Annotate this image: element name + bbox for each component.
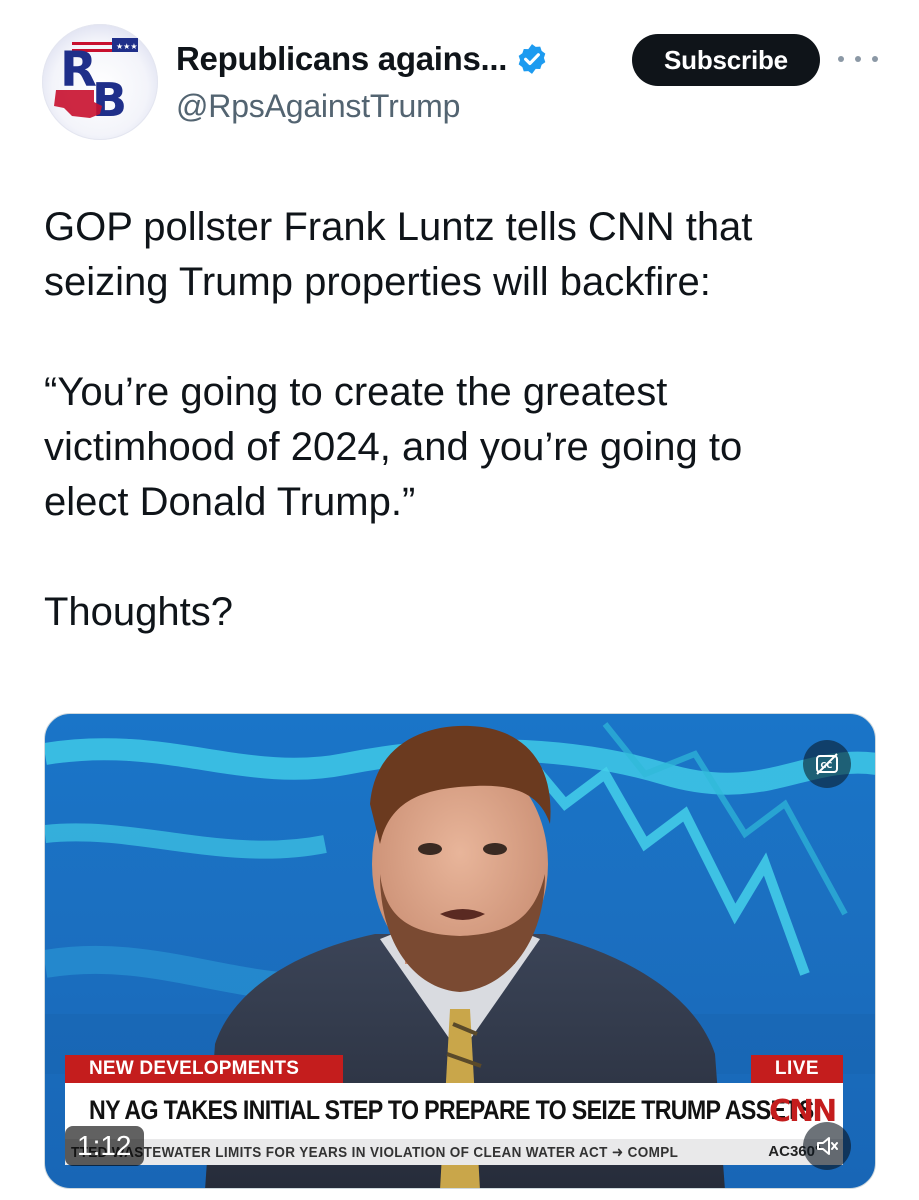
avatar[interactable]: ★★★ R B	[42, 24, 158, 140]
verified-badge-icon	[515, 42, 549, 76]
video-player[interactable]: CC NEW DEVELOPMENTS LIVE NY AG TAKES INI…	[44, 713, 876, 1189]
muted-speaker-icon[interactable]	[803, 1122, 851, 1170]
chyron-headline-bar: NY AG TAKES INITIAL STEP TO PREPARE TO S…	[65, 1083, 843, 1139]
tweet-paragraph: Thoughts?	[44, 590, 234, 634]
chyron-headline: NY AG TAKES INITIAL STEP TO PREPARE TO S…	[89, 1095, 814, 1125]
live-badge: LIVE	[751, 1055, 843, 1083]
tweet-paragraph: GOP pollster Frank Luntz tells CNN that …	[44, 205, 753, 304]
subscribe-button[interactable]: Subscribe	[632, 34, 820, 86]
tweet-header: ★★★ R B Republicans agains... @RpsAgains…	[0, 0, 919, 150]
tweet-body: GOP pollster Frank Luntz tells CNN that …	[44, 200, 884, 640]
chyron-top: NEW DEVELOPMENTS LIVE	[65, 1055, 843, 1083]
author-name-row[interactable]: Republicans agains...	[176, 40, 549, 78]
author-handle[interactable]: @RpsAgainstTrump	[176, 88, 460, 125]
avatar-logo: ★★★ R B	[54, 38, 138, 127]
crawl-text: TTED WASTEWATER LIMITS FOR YEARS IN VIOL…	[71, 1144, 679, 1161]
closed-captions-icon[interactable]: CC	[803, 740, 851, 788]
video-timestamp: 1:12	[65, 1126, 144, 1166]
svg-text:★★★: ★★★	[116, 42, 138, 51]
news-crawl: TTED WASTEWATER LIMITS FOR YEARS IN VIOL…	[65, 1139, 843, 1165]
svg-text:B: B	[92, 73, 127, 127]
chyron-tag: NEW DEVELOPMENTS	[65, 1055, 343, 1083]
more-horizontal-icon[interactable]	[838, 44, 878, 74]
tweet-paragraph: “You’re going to create the greatest vic…	[44, 370, 743, 524]
author-display-name[interactable]: Republicans agains...	[176, 40, 507, 78]
